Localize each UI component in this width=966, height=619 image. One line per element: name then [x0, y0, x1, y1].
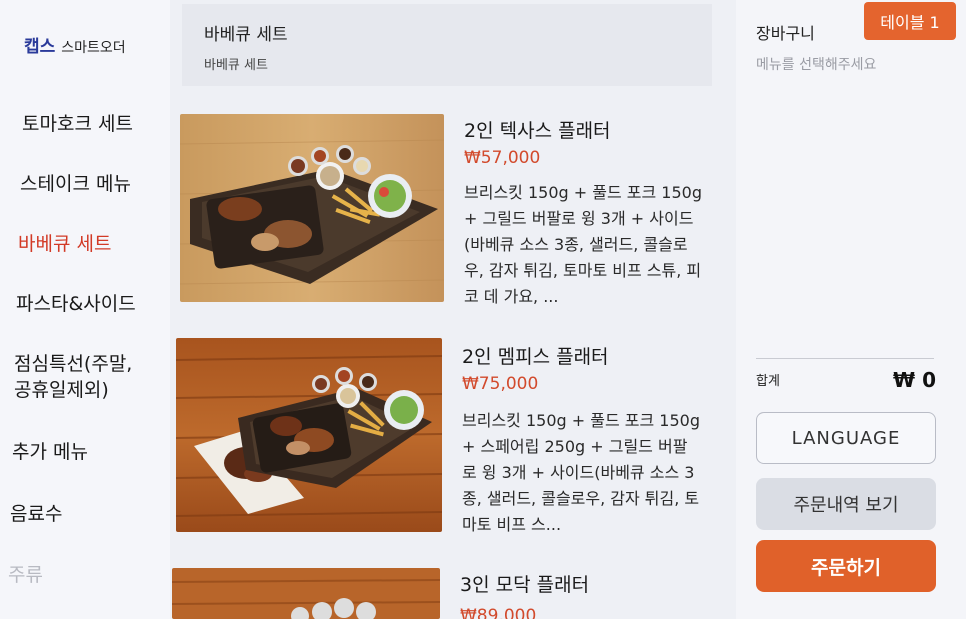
total-amount: ₩ 0	[893, 368, 936, 392]
category-header: 바베큐 세트 바베큐 세트	[182, 4, 712, 86]
language-button[interactable]: LANGUAGE	[756, 412, 936, 464]
cart-divider	[756, 358, 934, 359]
menu-item-name: 2인 멤피스 플래터	[462, 346, 609, 368]
sidebar-item-extra-menu[interactable]: 추가 메뉴	[12, 440, 88, 466]
order-history-button[interactable]: 주문내역 보기	[756, 478, 936, 530]
category-title: 바베큐 세트	[204, 25, 288, 45]
menu-item-photo	[180, 114, 444, 302]
sidebar-item-pasta-side[interactable]: 파스타&사이드	[16, 292, 136, 318]
brand-name: 캡스	[24, 37, 56, 57]
sidebar-item-label: 점심특선(주말,	[14, 353, 133, 375]
menu-item-photo	[176, 338, 442, 532]
menu-item-name: 3인 모닥 플래터	[460, 574, 590, 596]
menu-item[interactable]: 3인 모닥 플래터 ₩89,000	[170, 566, 736, 619]
menu-list: 바베큐 세트 바베큐 세트 2인 텍사스 플래터 ₩57,000 브리스킷 15…	[170, 0, 736, 619]
sidebar-item-drinks[interactable]: 음료수	[10, 502, 62, 528]
sidebar-item-lunch-special[interactable]: 점심특선(주말, 공휴일제외)	[14, 352, 132, 403]
brand-subtitle: 스마트오더	[61, 40, 126, 56]
category-sidebar: 캡스 스마트오더 토마호크 세트 스테이크 메뉴 바베큐 세트 파스타&사이드 …	[0, 0, 170, 619]
menu-item-description: 브리스킷 150g + 풀드 포크 150g + 그릴드 버팔로 윙 3개 + …	[464, 183, 702, 306]
menu-item-name: 2인 텍사스 플래터	[464, 120, 611, 142]
cart-empty-message: 메뉴를 선택해주세요	[756, 57, 877, 73]
place-order-button[interactable]: 주문하기	[756, 540, 936, 592]
menu-item-photo	[172, 568, 440, 619]
menu-item-price: ₩89,000	[460, 606, 537, 619]
cart-panel: 장바구니 메뉴를 선택해주세요 테이블 1 합계 ₩ 0 LANGUAGE 주문…	[736, 0, 966, 619]
table-number-badge: 테이블 1	[864, 2, 956, 40]
sidebar-item-tomahawk[interactable]: 토마호크 세트	[22, 112, 133, 138]
sidebar-item-bbq-set[interactable]: 바베큐 세트	[18, 232, 111, 258]
menu-item[interactable]: 2인 멤피스 플래터 ₩75,000 브리스킷 150g + 풀드 포크 150…	[170, 338, 736, 538]
cart-title: 장바구니	[756, 24, 815, 43]
menu-item-price: ₩57,000	[464, 148, 541, 168]
brand-logo: 캡스 스마트오더	[24, 32, 126, 57]
category-subtitle: 바베큐 세트	[204, 58, 268, 73]
sidebar-item-alcohol[interactable]: 주류	[8, 563, 43, 589]
menu-item-price: ₩75,000	[462, 374, 539, 394]
sidebar-item-steak[interactable]: 스테이크 메뉴	[20, 172, 131, 198]
menu-item[interactable]: 2인 텍사스 플래터 ₩57,000 브리스킷 150g + 풀드 포크 150…	[170, 112, 736, 307]
total-label: 합계	[756, 374, 780, 389]
menu-item-description: 브리스킷 150g + 풀드 포크 150g + 스페어립 250g + 그릴드…	[462, 411, 700, 534]
sidebar-item-label: 공휴일제외)	[14, 378, 109, 401]
